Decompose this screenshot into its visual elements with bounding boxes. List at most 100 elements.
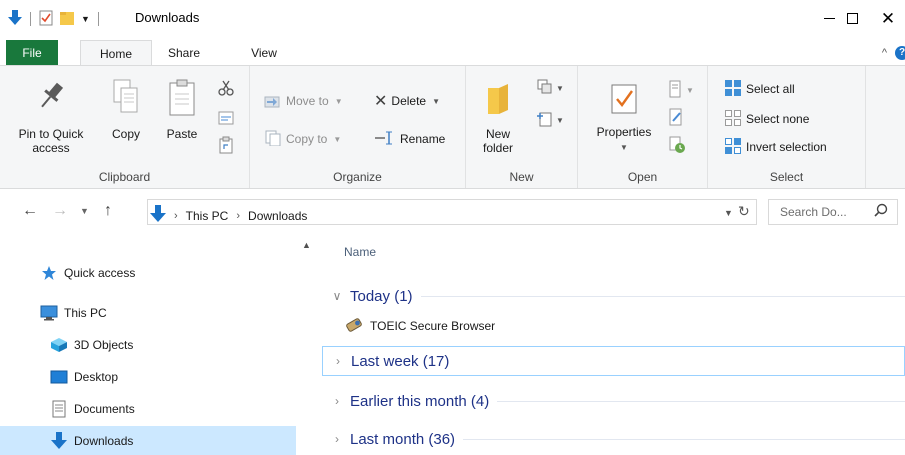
select-all-button[interactable]: Select all [724,78,795,100]
properties-dropdown-icon: ▼ [620,143,628,152]
properties-check-icon [608,82,640,119]
invert-selection-button[interactable]: Invert selection [724,136,827,158]
tab-view[interactable]: View [240,40,288,65]
help-icon[interactable]: ? [895,45,905,60]
close-button[interactable]: ✕ [872,0,904,36]
breadcrumb-downloads[interactable]: Downloads [248,209,307,223]
rename-label: Rename [400,132,446,146]
group-header-last-month[interactable]: › Last month (36) [322,424,905,454]
copy-to-button[interactable]: Copy to ▼ [264,128,341,150]
address-history-chevron-icon[interactable]: ▼ [724,208,733,218]
up-arrow-icon[interactable]: ↑ [104,202,112,220]
nav-item-quick-access[interactable]: Quick access [0,260,296,286]
paste-label: Paste [166,127,198,141]
edit-icon[interactable] [668,108,684,129]
clipboard-group: Pin to Quick access Copy Paste Clipboard [0,66,250,188]
copy-to-dropdown-icon: ▼ [333,134,342,144]
open-group: Properties ▼ ▼ Open [578,66,708,188]
navigation-pane: Quick access This PC 3D Objects Desktop … [0,235,296,455]
ribbon: Pin to Quick access Copy Paste Clipboard [0,65,905,189]
group-header-today[interactable]: ∨ Today (1) [322,281,905,311]
group-divider [420,295,905,297]
select-none-button[interactable]: Select none [724,108,809,130]
forward-arrow-icon[interactable]: → [52,202,68,220]
list-item[interactable]: TOEIC Secure Browser [344,314,495,338]
copy-to-label: Copy to [286,132,328,146]
history-icon[interactable] [668,136,686,157]
breadcrumb-separator-icon[interactable]: › [174,210,178,222]
cube-icon [50,337,68,353]
breadcrumb: › This PC › Downloads [150,205,307,226]
chevron-right-icon: › [335,394,339,408]
new-group-label: New [509,170,534,184]
open-dropdown-icon: ▼ [686,86,694,95]
collapse-ribbon-icon[interactable]: ^ [882,47,887,59]
copy-button[interactable]: Copy [106,78,146,141]
open-button[interactable]: ▼ [668,80,694,101]
customize-qat-icon[interactable]: ▼ [81,14,90,24]
copy-icon [111,78,141,119]
new-folder-button[interactable]: New folder [474,82,522,155]
search-icon[interactable] [874,203,888,220]
pin-to-quick-access-button[interactable]: Pin to Quick access [10,78,92,155]
close-icon: ✕ [880,8,896,28]
copy-path-icon[interactable] [218,110,234,129]
properties-button[interactable]: Properties ▼ [586,82,662,155]
properties-checkbox-icon[interactable] [39,10,53,29]
rename-button[interactable]: Rename [374,128,445,150]
tab-home[interactable]: Home [80,40,152,66]
open-icon [668,80,684,101]
clipboard-group-label: Clipboard [98,170,151,184]
browser-app-icon [344,317,364,336]
paste-button[interactable]: Paste [160,78,204,141]
select-none-label: Select none [746,112,810,126]
easy-access-button[interactable]: ▼ [536,110,564,131]
group-divider [463,438,905,440]
organize-group: Move to ▼ ✕ Delete ▼ Copy to ▼ Rename Or… [250,66,466,188]
window-title: Downloads [135,10,200,25]
move-to-button[interactable]: Move to ▼ [264,90,343,112]
copy-to-icon [264,130,282,149]
rename-icon [374,130,396,149]
computer-icon [40,305,58,321]
back-arrow-icon[interactable]: ← [22,202,38,220]
new-folder-icon [483,82,513,119]
new-folder-icon[interactable] [59,10,75,29]
nav-item-this-pc[interactable]: This PC [0,300,296,326]
new-folder-label: New folder [482,127,514,155]
nav-pane-scrollbar[interactable] [296,235,313,455]
properties-label: Properties [596,125,652,139]
cut-icon[interactable] [218,80,234,99]
move-to-dropdown-icon: ▼ [334,96,343,106]
delete-button[interactable]: ✕ Delete ▼ [374,90,440,112]
nav-item-documents[interactable]: Documents [0,396,296,422]
invert-selection-icon [724,137,742,158]
breadcrumb-separator-icon[interactable]: › [236,210,240,222]
group-header-earlier-this-month[interactable]: › Earlier this month (4) [322,386,905,416]
nav-item-downloads[interactable]: Downloads [0,426,296,455]
group-header-last-week[interactable]: › Last week (17) [322,346,905,376]
group-label: Last week (17) [351,352,450,370]
maximize-icon [846,12,858,24]
breadcrumb-this-pc[interactable]: This PC [186,209,229,223]
column-header-name[interactable]: Name [344,245,376,259]
new-item-button[interactable]: ▼ [536,78,564,99]
recent-locations-chevron-icon[interactable]: ▼ [80,206,89,216]
tab-share[interactable]: Share [160,40,208,65]
nav-item-label: Quick access [64,266,136,280]
maximize-button[interactable] [836,0,868,36]
nav-item-label: 3D Objects [74,338,134,352]
scroll-up-icon[interactable]: ▲ [302,240,311,250]
nav-item-3d-objects[interactable]: 3D Objects [0,332,296,358]
nav-item-label: Desktop [74,370,119,384]
nav-item-desktop[interactable]: Desktop [0,364,296,390]
documents-icon [50,400,68,418]
download-arrow-icon[interactable] [8,9,22,29]
refresh-icon[interactable]: ↻ [738,203,750,220]
tab-file[interactable]: File [6,40,58,65]
quick-access-toolbar: ▼ [8,8,101,30]
minimize-icon [823,17,835,19]
paste-shortcut-icon[interactable] [218,136,234,157]
star-icon [40,265,58,281]
move-to-label: Move to [286,94,329,108]
